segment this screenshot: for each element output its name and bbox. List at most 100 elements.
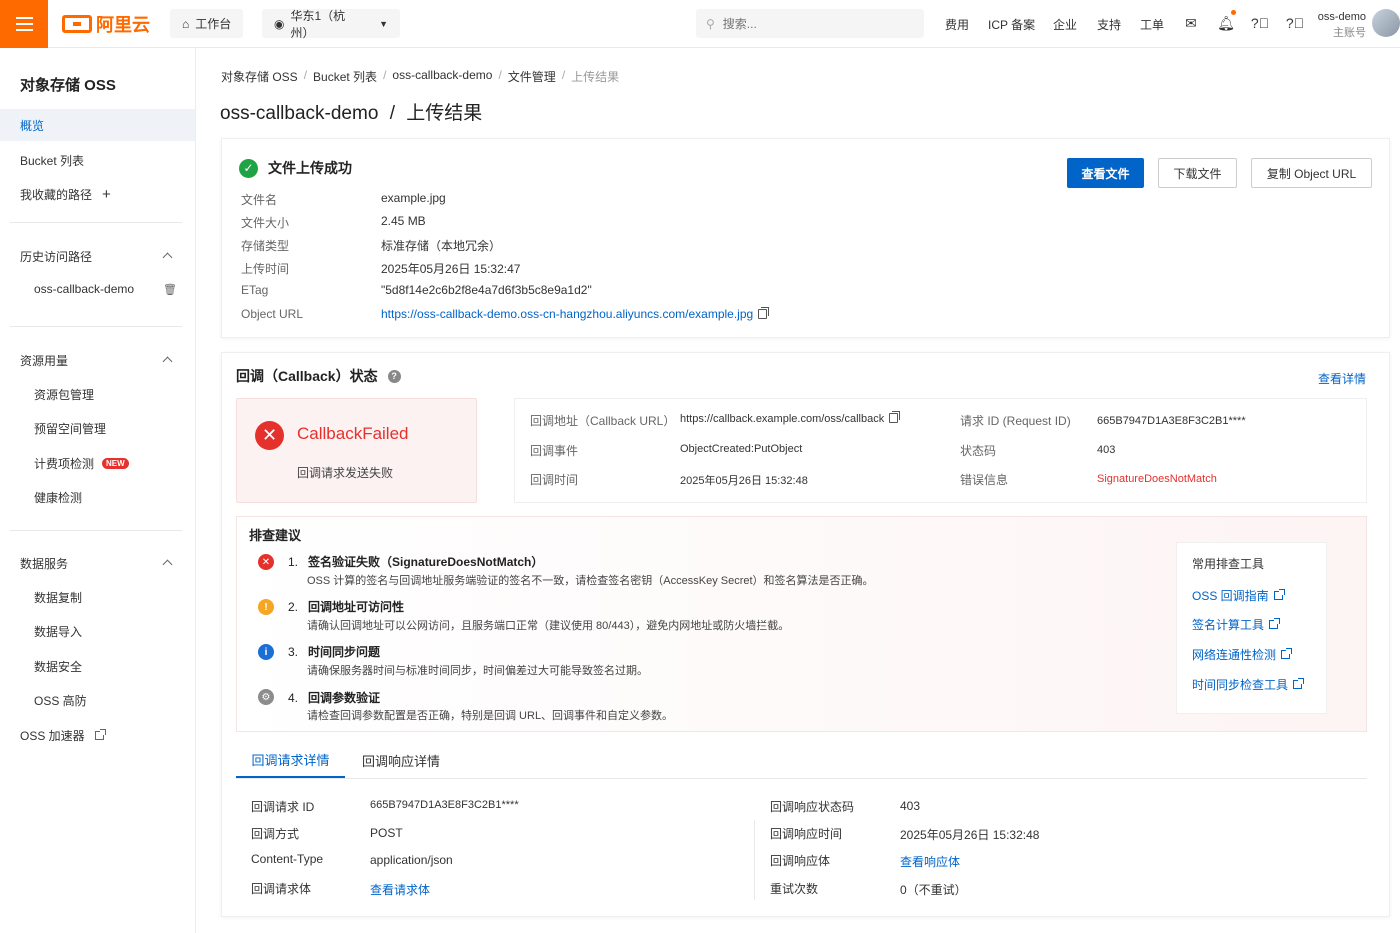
sidebar-item-favorites[interactable]: 我收藏的路径 + <box>0 178 195 210</box>
chevron-up-icon[interactable] <box>162 356 173 367</box>
response-label: 回调响应时间 <box>770 827 843 841</box>
callback-label: 请求 ID (Request ID) <box>960 414 1071 428</box>
region-label: 华东1（杭州） <box>290 8 346 40</box>
user-info[interactable]: oss-demo 主账号 <box>1318 9 1366 41</box>
page-title-sep: / <box>389 103 395 124</box>
page-title-bucket: oss-callback-demo <box>220 103 379 124</box>
avatar[interactable] <box>1372 9 1400 37</box>
tab-request-details[interactable]: 回调请求详情 <box>236 742 345 778</box>
sidebar-item-ddos[interactable]: OSS 高防 <box>0 684 195 716</box>
sidebar-item-package[interactable]: 资源包管理 <box>0 378 195 410</box>
bell-icon[interactable]: 🔔︎ <box>1217 14 1235 32</box>
callback-event-value: ObjectCreated:PutObject <box>680 443 803 455</box>
sidebar-item-replication[interactable]: 数据复制 <box>0 581 195 613</box>
callback-label: 错误信息 <box>960 473 1009 487</box>
sidebar-item-accelerator[interactable]: OSS 加速器 <box>0 719 195 751</box>
view-details-link[interactable]: 查看详情 <box>1318 370 1366 387</box>
tools-box: 常用排查工具 OSS 回调指南 签名计算工具 网络连通性检测 时间同步检查工具 <box>1176 542 1327 714</box>
view-file-button[interactable]: 查看文件 <box>1067 158 1144 188</box>
breadcrumb-oss[interactable]: 对象存储 OSS <box>221 68 298 85</box>
sidebar-group-data[interactable]: 数据服务 <box>20 555 68 572</box>
sidebar-item-import[interactable]: 数据导入 <box>0 615 195 647</box>
callback-fail-title: CallbackFailed <box>297 424 409 443</box>
history-item-label: oss-callback-demo <box>34 282 135 296</box>
request-label: 回调方式 <box>251 827 300 841</box>
sidebar-item-security[interactable]: 数据安全 <box>0 650 195 682</box>
error-icon: ✕ <box>258 554 274 570</box>
question-circle-icon[interactable]: ? <box>387 369 401 383</box>
plus-icon[interactable]: + <box>102 186 111 203</box>
tool-label: OSS 回调指南 <box>1192 589 1269 603</box>
tool-link-callback-guide[interactable]: OSS 回调指南 <box>1192 587 1285 604</box>
copy-url-button[interactable]: 复制 Object URL <box>1251 158 1372 188</box>
breadcrumb-file-manage[interactable]: 文件管理 <box>508 68 556 85</box>
response-label: 回调响应状态码 <box>770 800 855 814</box>
external-link-icon <box>1293 678 1305 689</box>
request-id-value: 665B7947D1A3E8F3C2B1**** <box>1097 415 1246 427</box>
advice-title: 排查建议 <box>249 528 302 543</box>
sidebar-item-billing-check[interactable]: 计费项检测 NEW <box>0 447 195 479</box>
callback-title: 回调（Callback）状态 <box>236 368 378 384</box>
download-file-button[interactable]: 下载文件 <box>1158 158 1237 188</box>
sidebar-item-reserved[interactable]: 预留空间管理 <box>0 412 195 444</box>
aliyun-logo-icon <box>62 15 92 33</box>
callback-label: 回调事件 <box>530 444 579 458</box>
copy-icon[interactable] <box>889 411 901 423</box>
accelerator-label: OSS 加速器 <box>20 728 85 743</box>
advice-num: 3. <box>288 645 299 659</box>
tab-response-details[interactable]: 回调响应详情 <box>350 742 452 778</box>
search-input[interactable] <box>722 16 903 31</box>
breadcrumb-bucket[interactable]: oss-callback-demo <box>392 68 492 85</box>
tool-link-signature[interactable]: 签名计算工具 <box>1192 616 1281 633</box>
trash-icon[interactable]: 🗑︎ <box>163 283 177 296</box>
field-label: 上传时间 <box>241 262 290 276</box>
advice-item-title: 4. 回调参数验证 <box>288 689 380 706</box>
request-label: 回调请求 ID <box>251 800 315 814</box>
sidebar-divider <box>10 530 182 531</box>
tool-link-time-sync[interactable]: 时间同步检查工具 <box>1192 676 1305 693</box>
callback-fail-sub: 回调请求发送失败 <box>297 466 394 480</box>
column-divider <box>754 820 755 900</box>
search-box[interactable]: ⚲ <box>696 9 924 38</box>
chevron-up-icon[interactable] <box>162 252 173 263</box>
info-icon: i <box>258 644 274 660</box>
error-circle-icon: ✕ <box>255 421 284 450</box>
menu-icon[interactable] <box>0 0 48 48</box>
tool-link-network[interactable]: 网络连通性检测 <box>1192 646 1293 663</box>
request-label: 回调请求体 <box>251 882 312 896</box>
sidebar-item-bucket-list[interactable]: Bucket 列表 <box>0 144 195 176</box>
nav-ticket[interactable]: 工单 <box>1140 16 1164 33</box>
nav-icp[interactable]: ICP 备案 <box>988 16 1035 33</box>
sidebar-item-history[interactable]: oss-callback-demo 🗑︎ <box>0 273 195 305</box>
advice-item-desc: 请确认回调地址可以公网访问，且服务端口正常（建议使用 80/443），避免内网地… <box>307 620 790 632</box>
workbench-label: 工作台 <box>195 17 232 31</box>
workbench-button[interactable]: ⌂ 工作台 <box>170 9 244 38</box>
sidebar-group-usage[interactable]: 资源用量 <box>20 352 68 369</box>
help-icon[interactable]: ?⃝ <box>1251 14 1269 32</box>
nav-support[interactable]: 支持 <box>1097 16 1121 33</box>
message-icon[interactable]: ✉ <box>1182 14 1200 32</box>
aliyun-logo[interactable]: 阿里云 <box>62 11 150 37</box>
breadcrumb-bucket-list[interactable]: Bucket 列表 <box>313 68 377 85</box>
copy-icon[interactable] <box>758 307 770 319</box>
chevron-up-icon[interactable] <box>162 559 173 570</box>
upload-result-card: ✓ 文件上传成功 查看文件 下载文件 复制 Object URL 文件名 exa… <box>221 138 1390 338</box>
view-request-body-link[interactable]: 查看请求体 <box>370 881 430 898</box>
nav-enterprise[interactable]: 企业 <box>1053 16 1077 33</box>
sidebar-item-health[interactable]: 健康检测 <box>0 481 195 513</box>
question-icon[interactable]: ?⃝ <box>1286 14 1304 32</box>
top-bar: 阿里云 ⌂ 工作台 ◉ 华东1（杭州） ▼ ⚲ 费用 ICP 备案 企业 支持 … <box>0 0 1400 48</box>
tool-label: 签名计算工具 <box>1192 618 1265 632</box>
advice-item-title: 2. 回调地址可访问性 <box>288 598 404 615</box>
object-url-link[interactable]: https://oss-callback-demo.oss-cn-hangzho… <box>381 307 753 321</box>
breadcrumb-current: 上传结果 <box>571 70 620 84</box>
new-badge: NEW <box>102 457 129 469</box>
sidebar-item-overview[interactable]: 概览 <box>0 109 195 141</box>
region-selector[interactable]: ◉ 华东1（杭州） ▼ <box>262 8 400 40</box>
view-response-body-link[interactable]: 查看响应体 <box>900 853 960 870</box>
page-title-page: 上传结果 <box>406 103 483 124</box>
sidebar-group-history[interactable]: 历史访问路径 <box>20 248 92 265</box>
nav-billing[interactable]: 费用 <box>945 16 969 33</box>
favorites-label: 我收藏的路径 <box>20 187 93 202</box>
external-link-icon <box>94 728 106 740</box>
